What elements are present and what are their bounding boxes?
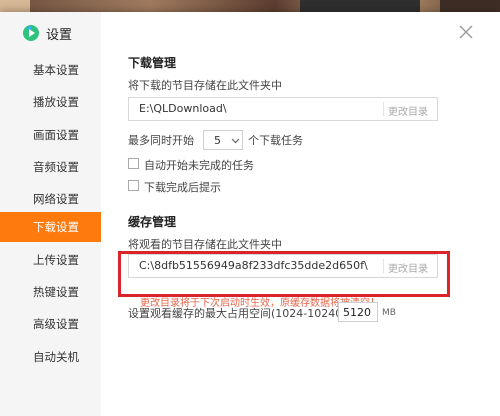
sidebar-item-network[interactable]: 网络设置: [0, 184, 101, 214]
highlight-annotation-box: [118, 251, 450, 297]
close-icon[interactable]: [456, 22, 476, 42]
cache-size-unit: MB: [382, 308, 396, 318]
settings-dialog: 设置 基本设置 播放设置 画面设置 音频设置 网络设置 下载设置 上传设置 热键…: [0, 12, 500, 416]
sidebar-item-hotkey[interactable]: 热键设置: [0, 277, 101, 307]
sidebar-item-auto-shutdown[interactable]: 自动关机: [0, 342, 101, 372]
sidebar-item-basic[interactable]: 基本设置: [0, 55, 101, 85]
download-notify-label: 下载完成后提示: [144, 181, 221, 194]
sidebar-item-picture[interactable]: 画面设置: [0, 120, 101, 150]
sidebar-item-playback[interactable]: 播放设置: [0, 87, 101, 117]
download-notify-checkbox[interactable]: [128, 180, 139, 191]
auto-start-label: 自动开始未完成的任务: [144, 159, 254, 172]
download-change-dir-button[interactable]: 更改目录: [388, 103, 428, 118]
app-brand: 设置: [22, 23, 72, 43]
download-path-value: E:\QLDownload\: [139, 102, 227, 115]
sidebar-item-advanced[interactable]: 高级设置: [0, 309, 101, 339]
download-path-field[interactable]: E:\QLDownload\ 更改目录: [128, 97, 438, 121]
auto-start-checkbox[interactable]: [128, 158, 139, 169]
window-title: 设置: [46, 27, 73, 43]
cache-section-title: 缓存管理: [128, 215, 177, 229]
max-downloads-value: 5: [214, 134, 221, 147]
sidebar-item-audio[interactable]: 音频设置: [0, 152, 101, 182]
settings-sidebar: 设置 基本设置 播放设置 画面设置 音频设置 网络设置 下载设置 上传设置 热键…: [0, 12, 101, 416]
sidebar-item-download[interactable]: 下载设置: [0, 212, 101, 242]
sidebar-item-upload[interactable]: 上传设置: [0, 245, 101, 275]
cache-size-input[interactable]: 5120: [338, 302, 378, 322]
chevron-down-icon: [231, 138, 240, 144]
cache-size-value: 5120: [343, 306, 371, 319]
max-downloads-suffix: 个下载任务: [248, 134, 303, 147]
divider: [383, 102, 384, 116]
max-downloads-select[interactable]: 5: [203, 130, 243, 150]
download-section-title: 下载管理: [128, 56, 177, 70]
download-dir-desc: 将下载的节目存储在此文件夹中: [128, 79, 282, 92]
cache-dir-desc: 将观看的节目存储在此文件夹中: [128, 238, 282, 251]
app-logo-icon: [23, 25, 39, 41]
cache-max-label: 设置观看缓存的最大占用空间(1024-10240): [128, 307, 347, 320]
max-downloads-prefix: 最多同时开始: [128, 134, 194, 147]
